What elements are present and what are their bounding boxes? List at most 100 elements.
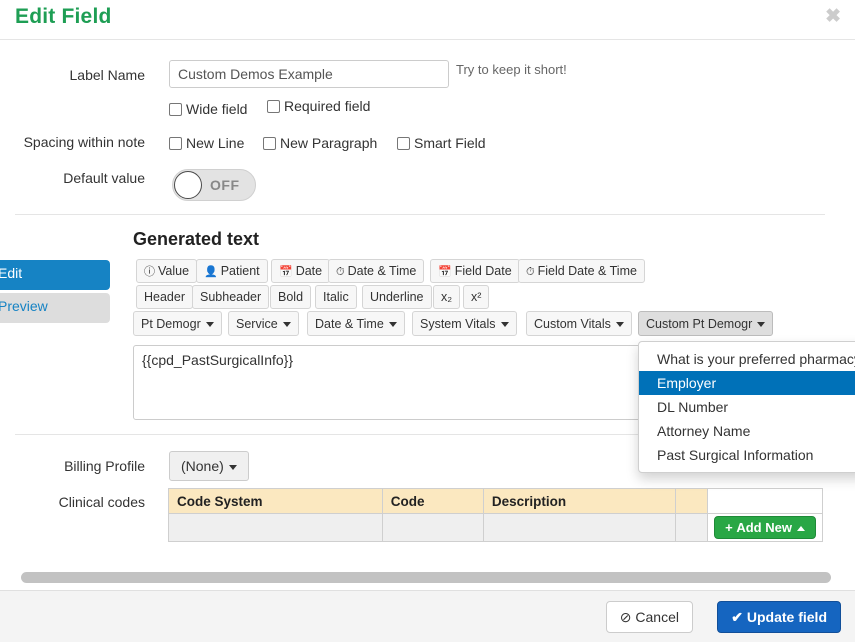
tab-preview-label: Preview — [0, 298, 48, 314]
billing-profile-select[interactable]: (None) — [169, 451, 249, 481]
toolbar-italic-button[interactable]: Italic — [315, 285, 357, 309]
tab-preview[interactable]: Preview — [0, 293, 110, 323]
dropdown-item-past-surgical-information[interactable]: Past Surgical Information — [639, 443, 855, 467]
checkbox-box[interactable] — [169, 136, 182, 150]
table-body: + Add New — [168, 513, 823, 542]
toggle-knob — [174, 171, 202, 199]
toolbar-header-button[interactable]: Header — [136, 285, 193, 309]
clinical-codes-table: Code System Code Description + Add New — [168, 488, 823, 542]
side-tabs: Edit Preview — [0, 260, 110, 326]
dropdown-service-button[interactable]: Service — [228, 311, 299, 336]
calendar-icon: 📅 — [438, 266, 452, 278]
label-name-label: Label Name — [69, 67, 146, 83]
plus-icon: + — [725, 520, 733, 535]
toolbar-field-datetime-button[interactable]: ⏱ Field Date & Time — [518, 259, 645, 283]
smart-field-label: Smart Field — [414, 135, 486, 151]
dropdown-custom-vitals-label: Custom Vitals — [534, 316, 611, 331]
cell-description — [482, 513, 677, 542]
page-title: Edit Field — [15, 5, 112, 28]
toolbar-bold-button[interactable]: Bold — [270, 285, 312, 309]
add-new-button[interactable]: + Add New — [714, 516, 816, 539]
toggle-state-label: OFF — [210, 177, 240, 193]
dropdown-item-employer[interactable]: Employer — [639, 371, 855, 395]
toolbar-datetime-label: Date & Time — [347, 264, 417, 278]
update-field-label: Update field — [746, 608, 827, 625]
col-spacer — [675, 488, 709, 514]
tab-edit[interactable]: Edit — [0, 260, 110, 290]
toolbar-datetime-button[interactable]: ⏱ Date & Time — [328, 259, 425, 283]
dropdown-system-vitals-label: System Vitals — [420, 316, 496, 331]
clock-icon: ⏱ — [526, 266, 535, 278]
dropdown-item-preferred-pharmacy[interactable]: What is your preferred pharmacy? — [639, 347, 855, 371]
chevron-down-icon — [282, 321, 291, 327]
chevron-down-icon — [757, 321, 766, 327]
chevron-down-icon — [615, 321, 624, 327]
new-line-checkbox[interactable]: New Line — [169, 135, 244, 151]
dropdown-item-dl-number[interactable]: DL Number — [639, 395, 855, 419]
billing-profile-label: Billing Profile — [64, 458, 145, 474]
toolbar-subscript-label: x₂ — [441, 290, 453, 304]
default-value-toggle[interactable]: OFF — [172, 169, 256, 201]
modal-footer: ⊘ Cancel ✔ Update field — [0, 590, 855, 642]
toolbar-subheader-button[interactable]: Subheader — [192, 285, 270, 309]
toolbar-underline-label: Underline — [370, 290, 424, 304]
toolbar-date-button[interactable]: 📅 Date — [271, 259, 331, 283]
new-paragraph-label: New Paragraph — [280, 135, 378, 151]
info-icon: ⓘ — [144, 266, 155, 278]
chevron-down-icon — [205, 321, 214, 327]
cell-code — [381, 513, 484, 542]
col-code: Code — [381, 488, 484, 514]
toolbar-subscript-button[interactable]: x₂ — [433, 285, 461, 309]
dropdown-item-attorney-name[interactable]: Attorney Name — [639, 419, 855, 443]
wide-field-checkbox[interactable]: Wide field — [169, 101, 247, 117]
checkbox-box[interactable] — [397, 136, 410, 150]
chevron-down-icon — [228, 464, 237, 470]
required-field-checkbox[interactable]: Required field — [267, 98, 370, 114]
person-icon: 👤 — [204, 266, 218, 278]
chevron-up-icon — [796, 526, 805, 532]
update-field-button[interactable]: ✔ Update field — [717, 601, 841, 633]
cancel-button[interactable]: ⊘ Cancel — [605, 601, 693, 633]
divider-top — [15, 214, 825, 215]
cell-actions: + Add New — [707, 513, 823, 542]
new-paragraph-checkbox[interactable]: New Paragraph — [263, 135, 377, 151]
custom-pt-demogr-dropdown-menu[interactable]: What is your preferred pharmacy? Employe… — [638, 341, 855, 473]
table-row: + Add New — [168, 513, 823, 542]
billing-profile-value: (None) — [181, 458, 224, 474]
col-description: Description — [482, 488, 677, 514]
toolbar-value-button[interactable]: ⓘ Value — [136, 259, 198, 283]
dropdown-pt-demogr-label: Pt Demogr — [141, 316, 201, 331]
toolbar-patient-button[interactable]: 👤 Patient — [196, 259, 268, 283]
label-name-input[interactable] — [169, 60, 449, 88]
clinical-codes-label: Clinical codes — [58, 494, 145, 510]
checkbox-box[interactable] — [267, 99, 280, 113]
chevron-down-icon — [388, 321, 397, 327]
toolbar-date-label: Date — [295, 264, 323, 278]
dropdown-date-time-button[interactable]: Date & Time — [307, 311, 405, 336]
horizontal-scrollbar-thumb[interactable] — [21, 572, 831, 583]
checkbox-box[interactable] — [169, 102, 182, 116]
cell-code-system — [168, 513, 383, 542]
default-value-label: Default value — [63, 170, 145, 186]
dropdown-custom-pt-demogr-button[interactable]: Custom Pt Demogr — [638, 311, 774, 336]
dropdown-pt-demogr-button[interactable]: Pt Demogr — [133, 311, 222, 336]
col-code-system: Code System — [168, 488, 383, 514]
toolbar-subheader-label: Subheader — [200, 290, 262, 304]
modal-header: Edit Field ✖ — [0, 0, 855, 40]
ban-icon: ⊘ — [619, 608, 632, 625]
dropdown-system-vitals-button[interactable]: System Vitals — [412, 311, 517, 336]
smart-field-checkbox[interactable]: Smart Field — [397, 135, 486, 151]
clock-icon: ⏱ — [336, 266, 345, 278]
close-icon[interactable]: ✖ — [825, 7, 841, 26]
checkbox-box[interactable] — [263, 136, 276, 150]
toolbar-header-label: Header — [144, 290, 185, 304]
toolbar-field-date-button[interactable]: 📅 Field Date — [430, 259, 520, 283]
dropdown-custom-vitals-button[interactable]: Custom Vitals — [526, 311, 632, 336]
toolbar-superscript-label: x² — [471, 290, 482, 304]
add-new-label: Add New — [736, 520, 792, 535]
dropdown-service-label: Service — [236, 316, 278, 331]
horizontal-scrollbar-track[interactable] — [15, 572, 841, 584]
table-head: Code System Code Description — [168, 488, 823, 514]
toolbar-underline-button[interactable]: Underline — [362, 285, 432, 309]
toolbar-superscript-button[interactable]: x² — [463, 285, 490, 309]
